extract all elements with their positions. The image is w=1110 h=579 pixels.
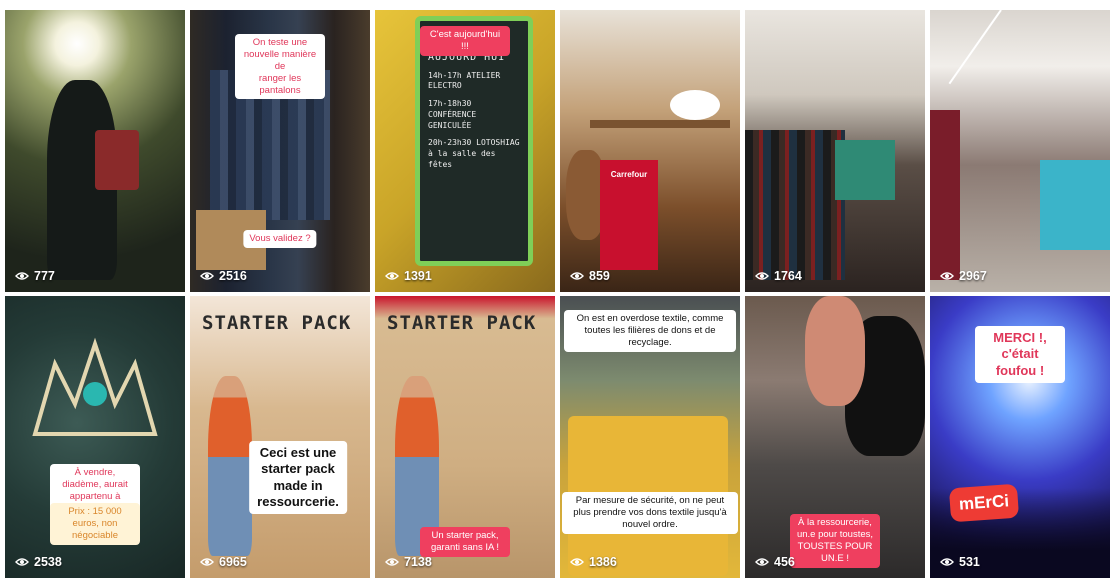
starter-pack-photo: STARTER PACK <box>190 296 370 578</box>
story-sticker: Un starter pack, garanti sans IA ! <box>420 527 510 557</box>
story-sticker: Par mesure de sécurité, on ne peut plus … <box>562 492 738 534</box>
story-tile-5[interactable]: 1764 <box>745 10 925 292</box>
story-sticker: On est en overdose textile, comme toutes… <box>564 310 736 352</box>
story-tile-9[interactable]: STARTER PACK Un starter pack, garanti sa… <box>375 296 555 578</box>
shelf-plank <box>590 120 730 128</box>
view-count-value: 6965 <box>219 555 247 569</box>
green-bin <box>835 140 895 200</box>
view-count: 7138 <box>385 555 432 569</box>
story-tile-2[interactable]: On teste une nouvelle manière de ranger … <box>190 10 370 292</box>
story-tile-10[interactable]: On est en overdose textile, comme toutes… <box>560 296 740 578</box>
view-count: 531 <box>940 555 980 569</box>
view-count-value: 859 <box>589 269 610 283</box>
story-sticker: On teste une nouvelle manière de ranger … <box>235 34 325 100</box>
view-count: 2516 <box>200 269 247 283</box>
christmas-shelf-photo: Carrefour <box>560 10 740 292</box>
view-count-value: 2538 <box>34 555 62 569</box>
story-tile-1[interactable]: 777 <box>5 10 185 292</box>
starter-pack-sign: STARTER PACK <box>387 312 537 334</box>
view-count: 456 <box>755 555 795 569</box>
eye-icon <box>15 272 29 280</box>
person-arm <box>805 296 865 406</box>
view-count: 6965 <box>200 555 247 569</box>
view-count-value: 777 <box>34 269 55 283</box>
chalkboard-line: 14h-17h ATELIER ELECTRO <box>428 70 501 91</box>
clothes-rack <box>745 130 845 280</box>
view-count-value: 1391 <box>404 269 432 283</box>
story-grid: 777 On teste une nouvelle manière de ran… <box>5 10 1110 578</box>
eye-icon <box>755 272 769 280</box>
eye-icon <box>385 272 399 280</box>
story-sticker: Prix : 15 000 euros, non négociable <box>50 503 140 545</box>
ceiling-light <box>948 10 1002 85</box>
view-count-value: 2967 <box>959 269 987 283</box>
story-tile-7[interactable]: À vendre, diadème, aurait appartenu à Eu… <box>5 296 185 578</box>
view-count: 1391 <box>385 269 432 283</box>
eye-icon <box>200 272 214 280</box>
story-sticker: MERCI !, c'était foufou ! <box>975 326 1065 383</box>
chalkboard-line: 17h-18h30 CONFÉRENCE GENICULÉE <box>428 99 477 130</box>
view-count: 1764 <box>755 269 802 283</box>
eye-icon <box>940 272 954 280</box>
story-sticker: Ceci est une starter pack made in ressou… <box>249 441 347 514</box>
view-count-value: 1386 <box>589 555 617 569</box>
story-tile-4[interactable]: Carrefour 859 <box>560 10 740 292</box>
eye-icon <box>385 558 399 566</box>
view-count: 859 <box>570 269 610 283</box>
story-sticker: À la ressourcerie, un.e pour toustes, TO… <box>790 514 880 568</box>
story-tile-6[interactable]: 2967 <box>930 10 1110 292</box>
story-tile-12[interactable]: mErCi MERCI !, c'était foufou ! 531 <box>930 296 1110 578</box>
eye-icon <box>15 558 29 566</box>
blue-shelf <box>1040 160 1110 250</box>
tiara-shape <box>32 337 158 436</box>
person-figure <box>208 376 252 556</box>
starter-pack-sign: STARTER PACK <box>202 312 352 334</box>
view-count: 1386 <box>570 555 617 569</box>
red-rack <box>930 110 960 280</box>
view-count: 2967 <box>940 269 987 283</box>
view-count: 2538 <box>15 555 62 569</box>
chalkboard-line: 20h-23h30 LOTOSHIAG à la salle des fêtes <box>428 138 520 170</box>
carrefour-box: Carrefour <box>600 160 658 270</box>
merci-logo: mErCi <box>948 483 1020 523</box>
eye-icon <box>570 272 584 280</box>
eye-icon <box>200 558 214 566</box>
store-aisle-photo <box>930 10 1110 292</box>
view-count-value: 531 <box>959 555 980 569</box>
story-tile-3[interactable]: AUJOURD'HUI 14h-17h ATELIER ELECTRO 17h-… <box>375 10 555 292</box>
clothing-store-photo <box>745 10 925 292</box>
view-count-value: 7138 <box>404 555 432 569</box>
accordion-player-photo <box>5 10 185 292</box>
eye-icon <box>940 558 954 566</box>
cotton-balls <box>670 90 720 120</box>
story-tile-8[interactable]: STARTER PACK Ceci est une starter pack m… <box>190 296 370 578</box>
eye-icon <box>755 558 769 566</box>
accordion-shape <box>95 130 139 190</box>
story-sticker: C'est aujourd'hui !!! <box>420 26 510 56</box>
view-count-value: 456 <box>774 555 795 569</box>
view-count-value: 1764 <box>774 269 802 283</box>
story-sticker: Vous validez ? <box>243 230 317 248</box>
story-tile-11[interactable]: À la ressourcerie, un.e pour toustes, TO… <box>745 296 925 578</box>
view-count: 777 <box>15 269 55 283</box>
eye-icon <box>570 558 584 566</box>
view-count-value: 2516 <box>219 269 247 283</box>
